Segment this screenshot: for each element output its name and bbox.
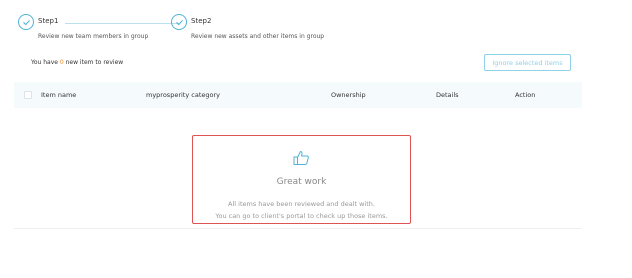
step-2-description: Review new assets and other items in gro… <box>191 33 325 40</box>
select-all-checkbox[interactable] <box>24 91 32 99</box>
column-header-item-name: Item name <box>41 91 77 99</box>
review-count-prefix: You have <box>31 59 60 66</box>
ignore-selected-items-button[interactable]: Ignore selected items <box>484 54 571 71</box>
thumbs-up-icon <box>293 151 309 165</box>
review-count-text: You have 0 new item to review <box>31 59 123 66</box>
column-header-ownership: Ownership <box>331 91 366 99</box>
empty-state-message-2: You can go to client's portal to check u… <box>215 212 388 220</box>
step-1-description: Review new team members in group <box>38 33 149 40</box>
step-2-title: Step2 <box>191 17 212 25</box>
table-bottom-divider <box>14 228 582 229</box>
empty-state-title: Great work <box>276 177 327 187</box>
stepper: Step1 Review new team members in group S… <box>18 14 358 46</box>
check-circle-icon <box>18 14 34 30</box>
empty-state-panel: Great work All items have been reviewed … <box>192 135 411 224</box>
table-header: Item name myprosperity category Ownershi… <box>14 82 582 108</box>
column-header-details: Details <box>436 91 459 99</box>
empty-state-message-1: All items have been reviewed and dealt w… <box>228 200 375 208</box>
step-1-title: Step1 <box>38 17 59 25</box>
review-count-suffix: new item to review <box>63 59 124 66</box>
column-header-action: Action <box>515 91 536 99</box>
column-header-category: myprosperity category <box>146 91 220 99</box>
step-connector <box>65 23 179 24</box>
check-circle-icon <box>171 14 187 30</box>
